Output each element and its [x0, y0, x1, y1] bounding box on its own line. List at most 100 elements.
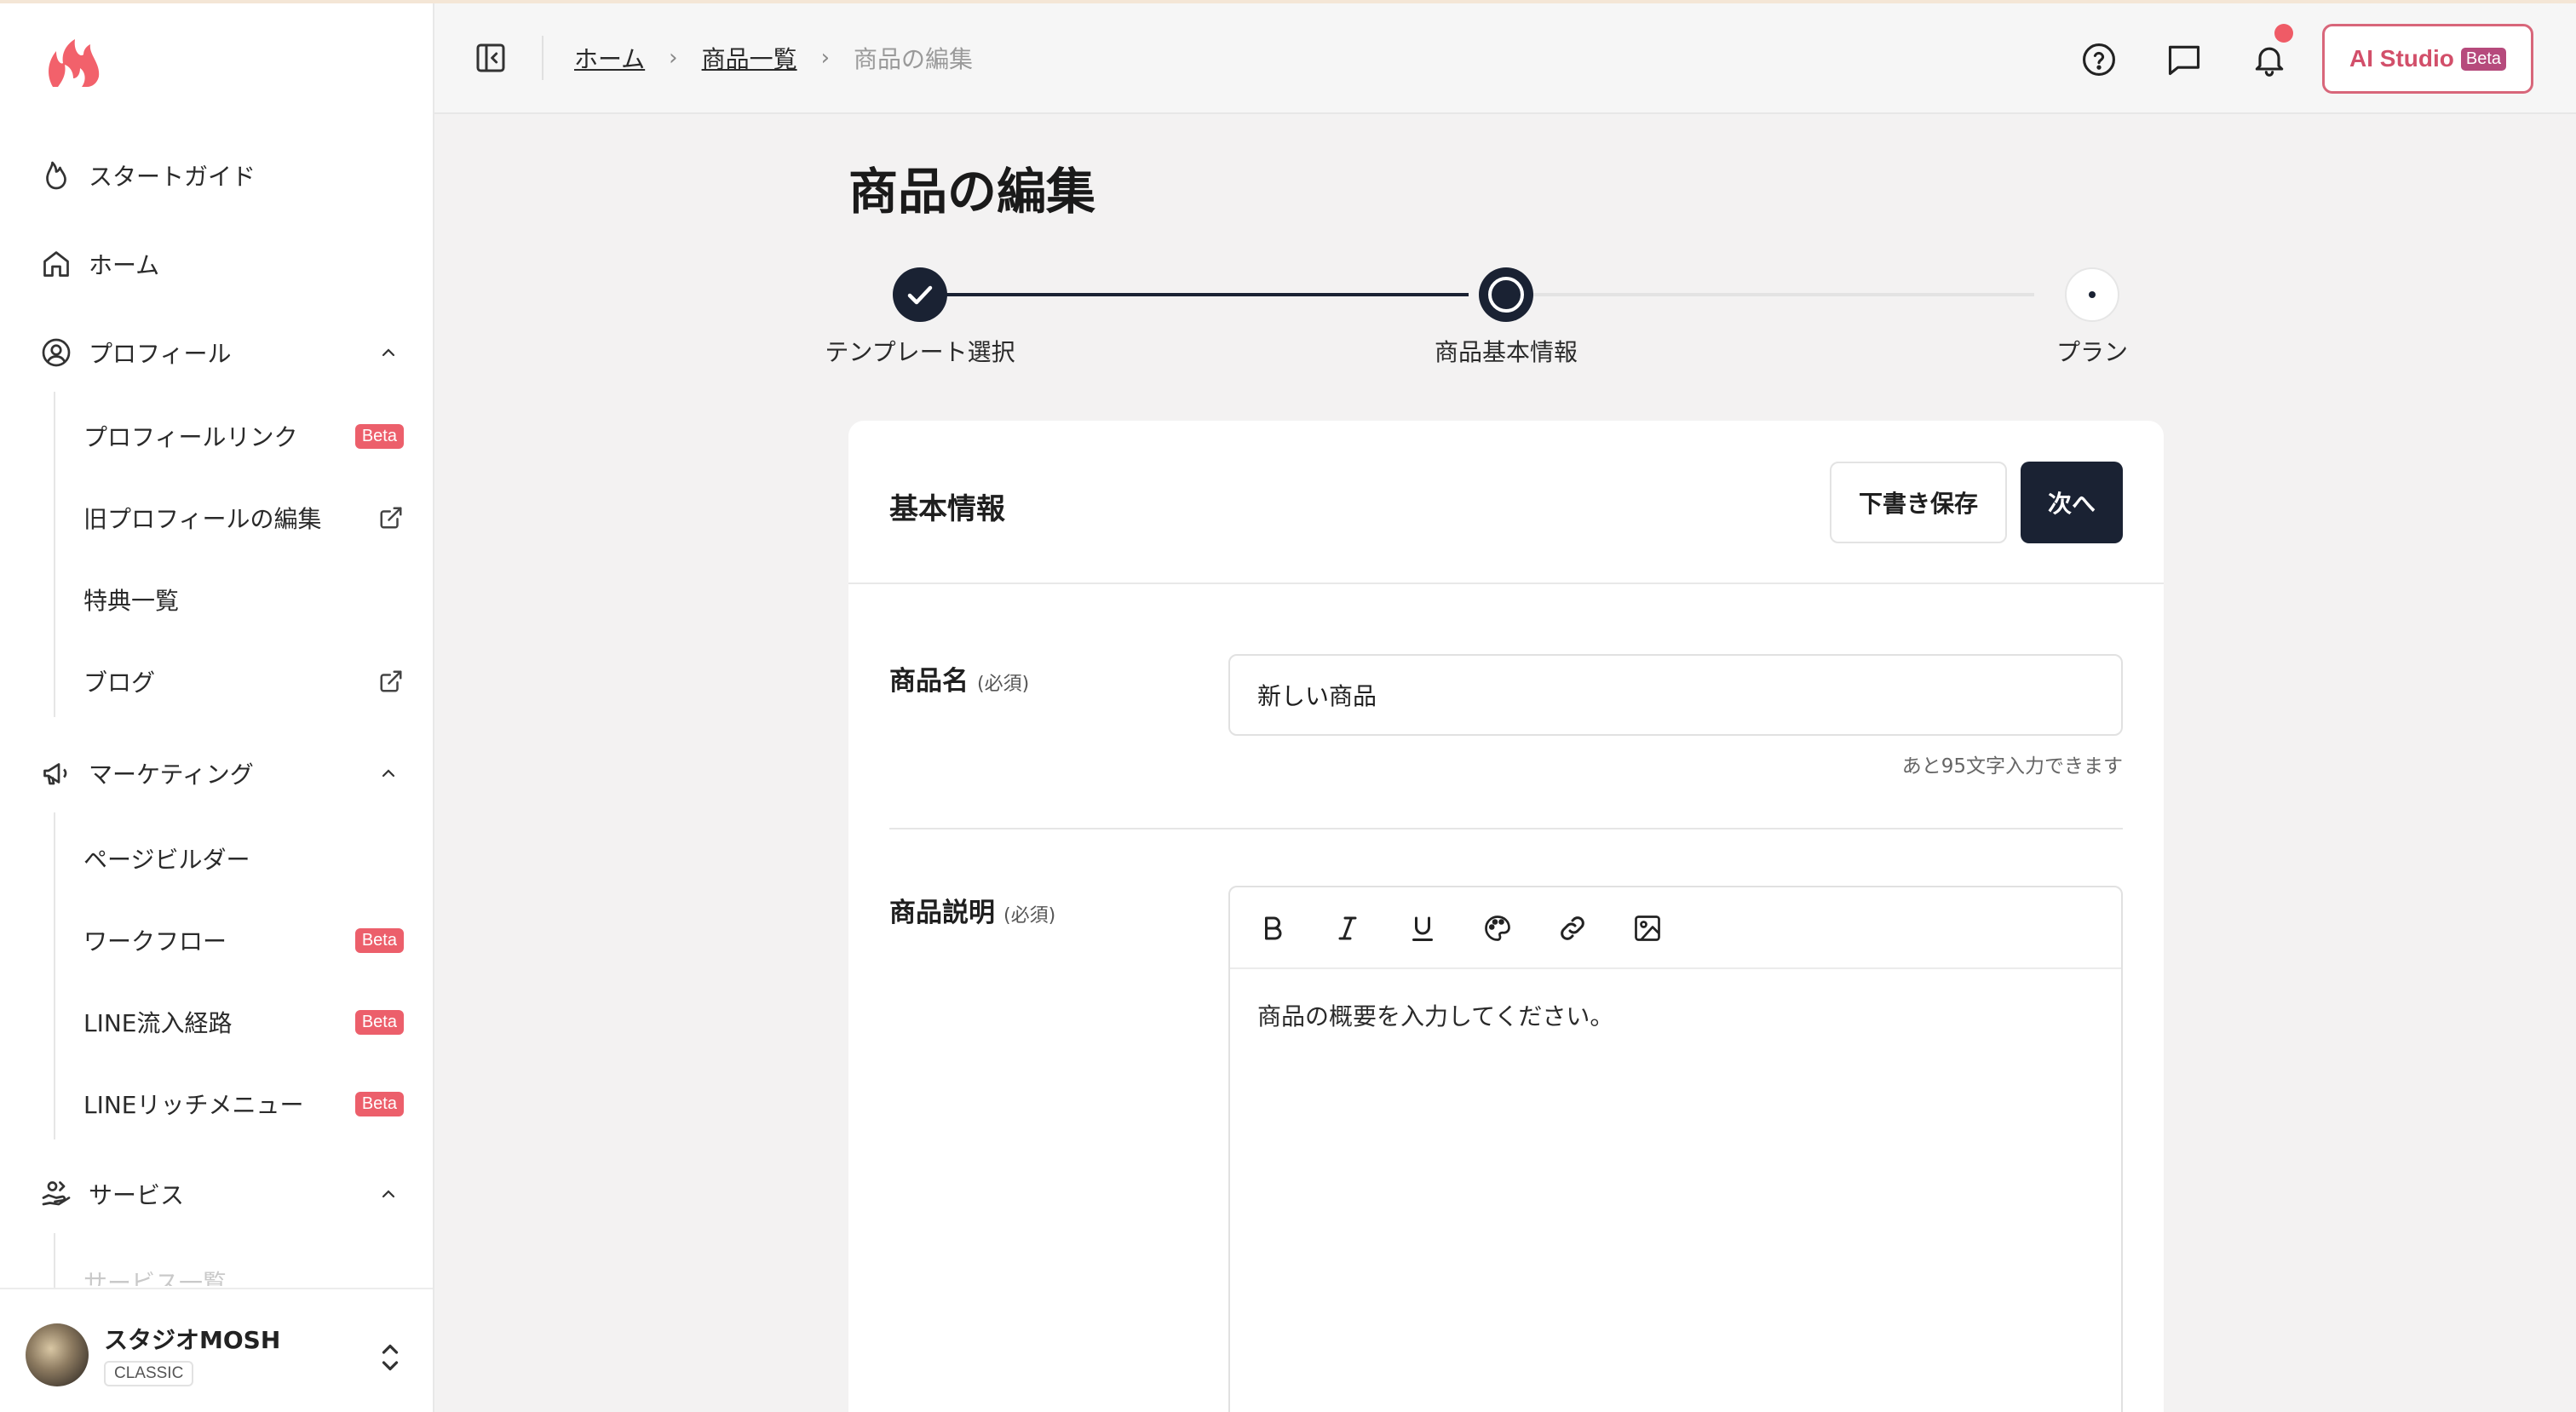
section-divider	[889, 828, 2123, 829]
user-circle-icon	[37, 334, 75, 371]
nav-marketing-label: マーケティング	[89, 761, 254, 789]
basic-info-card: 基本情報 下書き保存 次へ 商品名 (必須) あと95文字入力できます 商品説明 (…	[848, 421, 2164, 1412]
sidebar: スタートガイド ホーム プロフィール プロフィールリンク Beta 旧プロフィー…	[0, 3, 434, 1412]
product-description-label: 商品説明 (必須)	[889, 891, 1055, 929]
flame-icon	[37, 157, 75, 194]
image-icon[interactable]	[1629, 910, 1666, 947]
nav-start-guide-label: スタートガイド	[89, 163, 256, 191]
external-link-icon	[378, 669, 404, 694]
account-switcher[interactable]: スタジオMOSH CLASSIC	[0, 1288, 433, 1412]
field-label-text: 商品説明	[889, 898, 995, 928]
sidebar-item-label: 旧プロフィールの編集	[83, 505, 322, 533]
updown-chevron-icon[interactable]	[375, 1340, 405, 1375]
header-divider	[542, 36, 543, 80]
product-name-label: 商品名 (必須)	[889, 659, 1029, 697]
account-name: スタジオMOSH	[104, 1326, 281, 1354]
description-editor[interactable]: 商品の概要を入力してください。	[1228, 886, 2123, 1412]
nav-home[interactable]: ホーム	[37, 237, 404, 291]
save-draft-button[interactable]: 下書き保存	[1830, 462, 2007, 543]
step-3-upcoming[interactable]	[2065, 267, 2119, 322]
sidebar-item-label: LINE流入経路	[83, 1009, 233, 1037]
underline-icon[interactable]	[1404, 910, 1441, 947]
bold-icon[interactable]	[1254, 910, 1291, 947]
editor-toolbar	[1230, 887, 2121, 969]
external-link-icon	[378, 505, 404, 531]
ai-studio-button[interactable]: AI Studio Beta	[2322, 24, 2533, 94]
chat-icon[interactable]	[2165, 41, 2203, 78]
check-icon	[907, 285, 933, 305]
sidebar-item-old-profile-edit[interactable]: 旧プロフィールの編集	[83, 492, 404, 543]
sidebar-item-page-builder[interactable]: ページビルダー	[83, 833, 404, 884]
megaphone-icon	[37, 755, 75, 792]
profile-subnav-line	[54, 392, 55, 717]
page-title: 商品の編集	[848, 163, 1096, 221]
beta-badge: Beta	[354, 927, 404, 953]
service-hand-icon	[37, 1175, 75, 1213]
italic-icon[interactable]	[1329, 910, 1366, 947]
flame-logo-icon[interactable]	[44, 37, 104, 90]
sidebar-item-line-rich-menu[interactable]: LINEリッチメニュー Beta	[83, 1078, 404, 1129]
sidebar-item-label: 特典一覧	[83, 587, 180, 615]
beta-badge: Beta	[354, 423, 404, 449]
step-line-complete	[920, 293, 1469, 296]
sidebar-item-line-inflow[interactable]: LINE流入経路 Beta	[83, 996, 404, 1048]
service-subnav-line	[54, 1233, 55, 1288]
palette-icon[interactable]	[1479, 910, 1516, 947]
sidebar-item-benefits[interactable]: 特典一覧	[83, 574, 404, 625]
step-line-pending	[1527, 293, 2034, 296]
nav-profile-label: プロフィール	[89, 340, 232, 368]
chevron-up-icon[interactable]	[373, 337, 404, 368]
section-title: 基本情報	[889, 492, 1005, 526]
description-placeholder: 商品の概要を入力してください。	[1257, 1002, 1614, 1030]
help-icon[interactable]	[2080, 41, 2118, 78]
beta-badge: Beta	[2460, 47, 2507, 71]
beta-badge: Beta	[354, 1091, 404, 1116]
nav-marketing[interactable]: マーケティング	[37, 746, 404, 801]
nav-start-guide[interactable]: スタートガイド	[37, 148, 404, 203]
beta-badge: Beta	[354, 1009, 404, 1035]
home-icon	[37, 245, 75, 283]
breadcrumb-product-list[interactable]: 商品一覧	[702, 41, 797, 75]
marketing-subnav-line	[54, 812, 55, 1139]
breadcrumb: ホーム › 商品一覧 › 商品の編集	[574, 41, 973, 75]
char-counter: あと95文字入力できます	[1901, 755, 2123, 778]
breadcrumb-current: 商品の編集	[854, 45, 974, 73]
chevron-right-icon: ›	[820, 45, 830, 71]
next-button[interactable]: 次へ	[2021, 462, 2123, 543]
sidebar-item-blog[interactable]: ブログ	[83, 656, 404, 707]
sidebar-item-service-list[interactable]: サービス一覧	[83, 1252, 404, 1286]
chevron-right-icon: ›	[669, 45, 678, 71]
field-label-text: 商品名	[889, 666, 969, 697]
card-header: 基本情報 下書き保存 次へ	[848, 421, 2164, 584]
step-1-label: テンプレート選択	[825, 338, 1015, 366]
sidebar-item-label: ブログ	[83, 669, 156, 697]
breadcrumb-home[interactable]: ホーム	[574, 41, 645, 75]
stepper: テンプレート選択 商品基本情報 プラン	[818, 264, 2147, 375]
sidebar-item-workflow[interactable]: ワークフロー Beta	[83, 915, 404, 966]
step-2-label: 商品基本情報	[1434, 338, 1578, 366]
chevron-up-icon[interactable]	[373, 758, 404, 789]
sidebar-item-label: ワークフロー	[83, 927, 227, 956]
required-marker: (必須)	[1003, 905, 1056, 927]
step-3-label: プラン	[2056, 338, 2129, 366]
link-icon[interactable]	[1554, 910, 1591, 947]
ai-studio-label: AI Studio	[2349, 45, 2454, 72]
chevron-up-icon[interactable]	[373, 1179, 404, 1209]
sidebar-collapse-icon[interactable]	[474, 41, 508, 75]
step-2-current[interactable]	[1479, 267, 1533, 322]
required-marker: (必須)	[977, 674, 1030, 695]
bell-icon[interactable]	[2251, 41, 2288, 78]
plan-badge: CLASSIC	[104, 1361, 194, 1386]
sidebar-item-profile-link[interactable]: プロフィールリンク Beta	[83, 410, 404, 462]
avatar	[26, 1323, 89, 1386]
sidebar-item-label: プロフィールリンク	[83, 423, 298, 451]
product-name-input[interactable]	[1228, 654, 2123, 736]
nav-service[interactable]: サービス	[37, 1167, 404, 1221]
step-1-done[interactable]	[893, 267, 947, 322]
notification-dot	[2274, 24, 2293, 43]
nav-profile[interactable]: プロフィール	[37, 325, 404, 380]
sidebar-item-label: LINEリッチメニュー	[83, 1091, 304, 1119]
nav-home-label: ホーム	[89, 251, 160, 279]
nav-service-label: サービス	[89, 1181, 185, 1209]
sidebar-item-label: ページビルダー	[83, 846, 250, 874]
